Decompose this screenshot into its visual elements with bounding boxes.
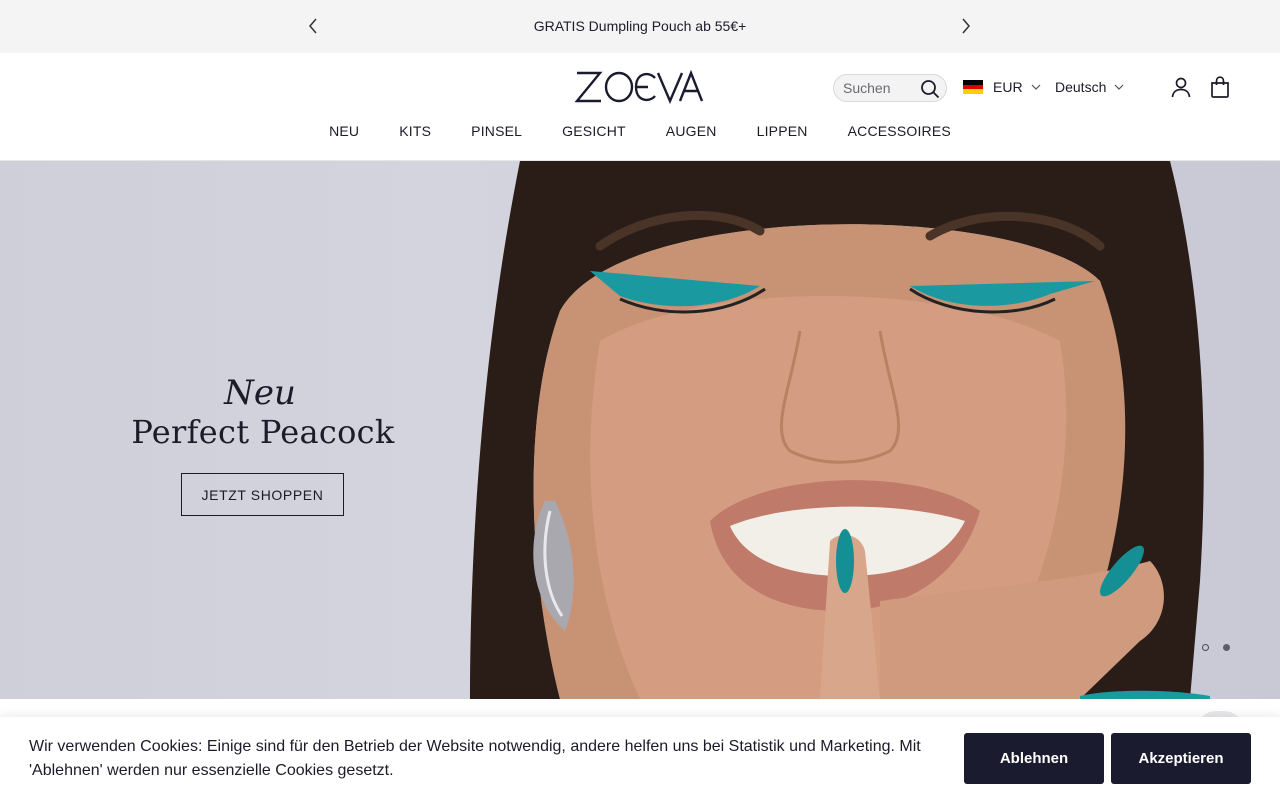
chevron-down-icon xyxy=(1031,84,1040,90)
slide-dot-2[interactable] xyxy=(1223,644,1230,651)
search-icon[interactable] xyxy=(920,79,940,99)
nav-item-pinsel[interactable]: PINSEL xyxy=(471,123,522,139)
currency-label: EUR xyxy=(993,79,1023,95)
nav-item-kits[interactable]: KITS xyxy=(399,123,431,139)
zoeva-logo[interactable] xyxy=(574,70,704,104)
announcement-bar: GRATIS Dumpling Pouch ab 55€+ xyxy=(0,0,1280,53)
accept-cookies-button[interactable]: Akzeptieren xyxy=(1111,733,1251,784)
announcement-text: GRATIS Dumpling Pouch ab 55€+ xyxy=(533,18,747,34)
main-nav: NEU KITS PINSEL GESICHT AUGEN LIPPEN ACC… xyxy=(0,123,1280,139)
shopping-bag-icon[interactable] xyxy=(1209,76,1231,98)
chevron-down-icon xyxy=(1114,84,1124,90)
user-icon[interactable] xyxy=(1170,76,1192,98)
hero-headline: Perfect Peacock xyxy=(131,413,395,451)
nav-item-lippen[interactable]: LIPPEN xyxy=(757,123,808,139)
search-box[interactable] xyxy=(833,74,947,102)
shop-now-button[interactable]: JETZT SHOPPEN xyxy=(181,473,344,516)
nav-item-neu[interactable]: NEU xyxy=(329,123,359,139)
hero-eyebrow: Neu xyxy=(224,373,296,413)
cookie-banner: Wir verwenden Cookies: Einige sind für d… xyxy=(0,717,1280,800)
language-label: Deutsch xyxy=(1055,79,1107,95)
language-selector[interactable]: Deutsch xyxy=(1055,79,1124,95)
chevron-right-icon xyxy=(962,18,970,34)
cookie-text: Wir verwenden Cookies: Einige sind für d… xyxy=(29,738,921,779)
nav-item-accessoires[interactable]: ACCESSOIRES xyxy=(848,123,951,139)
announcement-next-button[interactable] xyxy=(954,14,978,38)
slide-dot-1[interactable] xyxy=(1202,644,1209,651)
nav-item-augen[interactable]: AUGEN xyxy=(666,123,717,139)
site-header: EUR Deutsch NEU KITS PINSEL GESICHT AUGE… xyxy=(0,53,1280,161)
decline-cookies-button[interactable]: Ablehnen xyxy=(964,733,1104,784)
slider-pagination xyxy=(1202,644,1230,651)
search-input[interactable] xyxy=(843,79,917,97)
germany-flag-icon xyxy=(963,80,983,95)
currency-selector[interactable]: EUR xyxy=(993,79,1041,95)
hero-banner[interactable]: Neu Perfect Peacock JETZT SHOPPEN xyxy=(0,161,1280,699)
nav-item-gesicht[interactable]: GESICHT xyxy=(562,123,626,139)
